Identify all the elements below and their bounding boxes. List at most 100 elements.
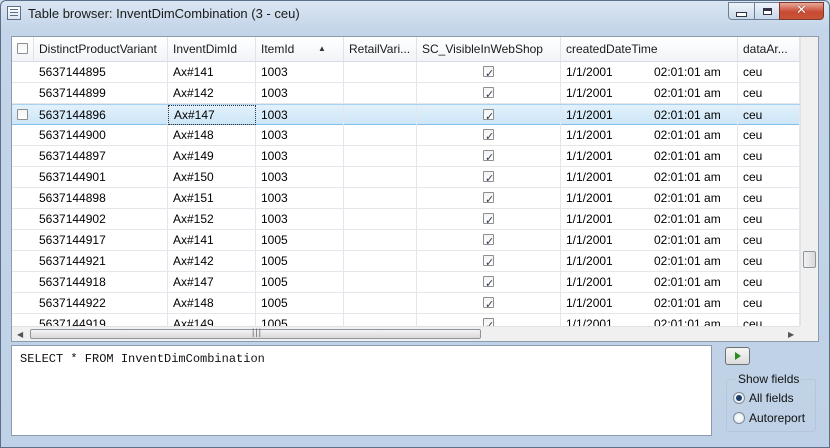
- visible-in-webshop-checkbox[interactable]: ✓: [483, 87, 494, 101]
- distinct-product-variant-cell[interactable]: 5637144921: [34, 251, 168, 271]
- retail-variant-cell[interactable]: [344, 293, 417, 313]
- autoreport-radio[interactable]: [733, 412, 745, 424]
- column-header-dataareaid[interactable]: dataAr...: [738, 37, 800, 61]
- row-selector-cell[interactable]: [12, 105, 34, 125]
- visible-in-webshop-cell[interactable]: ✓: [417, 188, 561, 208]
- item-id-cell[interactable]: 1003: [256, 167, 344, 187]
- retail-variant-cell[interactable]: [344, 314, 417, 326]
- created-datetime-cell[interactable]: 1/1/2001 02:01:01 am: [561, 125, 738, 145]
- sql-query-editor[interactable]: SELECT * FROM InventDimCombination: [11, 345, 712, 436]
- column-header-inventdimid[interactable]: InventDimId: [168, 37, 256, 61]
- invent-dim-id-cell[interactable]: Ax#142: [168, 83, 256, 103]
- item-id-cell[interactable]: 1005: [256, 272, 344, 292]
- row-selector-cell[interactable]: [12, 272, 34, 292]
- visible-in-webshop-checkbox[interactable]: ✓: [483, 234, 494, 248]
- row-selector-cell[interactable]: [12, 125, 34, 145]
- data-area-cell[interactable]: ceu: [738, 188, 800, 208]
- data-area-cell[interactable]: ceu: [738, 146, 800, 166]
- visible-in-webshop-cell[interactable]: ✓: [417, 209, 561, 229]
- retail-variant-cell[interactable]: [344, 230, 417, 250]
- maximize-button[interactable]: [754, 2, 780, 20]
- distinct-product-variant-cell[interactable]: 5637144898: [34, 188, 168, 208]
- row-selector-cell[interactable]: [12, 314, 34, 326]
- column-header-distinctproductvariant[interactable]: DistinctProductVariant: [34, 37, 168, 61]
- row-selector-cell[interactable]: [12, 230, 34, 250]
- scroll-left-arrow-icon[interactable]: ◀: [17, 327, 23, 341]
- visible-in-webshop-cell[interactable]: ✓: [417, 62, 561, 82]
- created-datetime-cell[interactable]: 1/1/2001 02:01:01 am: [561, 251, 738, 271]
- results-grid[interactable]: DistinctProductVariant InventDimId ItemI…: [11, 36, 819, 342]
- row-selector-cell[interactable]: [12, 188, 34, 208]
- column-header-sc-visibleinwebshop[interactable]: SC_VisibleInWebShop: [417, 37, 561, 61]
- created-datetime-cell[interactable]: 1/1/2001 02:01:01 am: [561, 83, 738, 103]
- table-row[interactable]: 5637144901 Ax#150 1003 ✓ 1/1/2001 02:01:01 am…: [12, 167, 800, 188]
- distinct-product-variant-cell[interactable]: 5637144896: [34, 105, 168, 125]
- distinct-product-variant-cell[interactable]: 5637144922: [34, 293, 168, 313]
- row-selector-cell[interactable]: [12, 146, 34, 166]
- table-row[interactable]: 5637144917 Ax#141 1005 ✓ 1/1/2001 02:01:01 am…: [12, 230, 800, 251]
- item-id-cell[interactable]: 1003: [256, 209, 344, 229]
- data-area-cell[interactable]: ceu: [738, 272, 800, 292]
- vertical-scrollbar[interactable]: [800, 37, 818, 326]
- data-area-cell[interactable]: ceu: [738, 167, 800, 187]
- invent-dim-id-cell[interactable]: Ax#142: [168, 251, 256, 271]
- title-bar[interactable]: Table browser: InventDimCombination (3 -…: [1, 1, 829, 27]
- visible-in-webshop-checkbox[interactable]: ✓: [483, 109, 494, 123]
- distinct-product-variant-cell[interactable]: 5637144901: [34, 167, 168, 187]
- row-selector-cell[interactable]: [12, 167, 34, 187]
- horizontal-scroll-thumb[interactable]: |||: [30, 327, 481, 339]
- visible-in-webshop-cell[interactable]: ✓: [417, 83, 561, 103]
- created-datetime-cell[interactable]: 1/1/2001 02:01:01 am: [561, 167, 738, 187]
- all-fields-label[interactable]: All fields: [749, 391, 794, 405]
- visible-in-webshop-cell[interactable]: ✓: [417, 167, 561, 187]
- visible-in-webshop-checkbox[interactable]: ✓: [483, 213, 494, 227]
- created-datetime-cell[interactable]: 1/1/2001 02:01:01 am: [561, 209, 738, 229]
- data-area-cell[interactable]: ceu: [738, 209, 800, 229]
- table-row[interactable]: 5637144902 Ax#152 1003 ✓ 1/1/2001 02:01:01 am…: [12, 209, 800, 230]
- invent-dim-id-cell[interactable]: Ax#150: [168, 167, 256, 187]
- table-row[interactable]: 5637144895 Ax#141 1003 ✓ 1/1/2001 02:01:01 am…: [12, 62, 800, 83]
- item-id-cell[interactable]: 1005: [256, 251, 344, 271]
- column-header-itemid[interactable]: ItemId ▲: [256, 37, 344, 61]
- created-datetime-cell[interactable]: 1/1/2001 02:01:01 am: [561, 105, 738, 125]
- visible-in-webshop-cell[interactable]: ✓: [417, 230, 561, 250]
- retail-variant-cell[interactable]: [344, 209, 417, 229]
- invent-dim-id-cell[interactable]: Ax#149: [168, 146, 256, 166]
- table-browser-app-icon[interactable]: [7, 6, 21, 20]
- table-row[interactable]: 5637144921 Ax#142 1005 ✓ 1/1/2001 02:01:01 am…: [12, 251, 800, 272]
- created-datetime-cell[interactable]: 1/1/2001 02:01:01 am: [561, 314, 738, 326]
- invent-dim-id-cell[interactable]: Ax#148: [168, 293, 256, 313]
- table-row[interactable]: 5637144898 Ax#151 1003 ✓ 1/1/2001 02:01:01 am…: [12, 188, 800, 209]
- visible-in-webshop-cell[interactable]: ✓: [417, 251, 561, 271]
- autoreport-label[interactable]: Autoreport: [749, 411, 805, 425]
- column-header-retailvariant[interactable]: RetailVari...: [344, 37, 417, 61]
- table-row-selected[interactable]: 5637144896 Ax#147 1003 ✓ 1/1/2001 02:01:01 am…: [12, 104, 800, 125]
- visible-in-webshop-cell[interactable]: ✓: [417, 314, 561, 326]
- distinct-product-variant-cell[interactable]: 5637144918: [34, 272, 168, 292]
- table-row[interactable]: 5637144919 Ax#149 1005 ✓ 1/1/2001 02:01:01 am…: [12, 314, 800, 326]
- visible-in-webshop-cell[interactable]: ✓: [417, 272, 561, 292]
- vertical-scroll-thumb[interactable]: [803, 251, 816, 268]
- table-row[interactable]: 5637144897 Ax#149 1003 ✓ 1/1/2001 02:01:01 am…: [12, 146, 800, 167]
- distinct-product-variant-cell[interactable]: 5637144917: [34, 230, 168, 250]
- retail-variant-cell[interactable]: [344, 272, 417, 292]
- visible-in-webshop-cell[interactable]: ✓: [417, 125, 561, 145]
- table-row[interactable]: 5637144900 Ax#148 1003 ✓ 1/1/2001 02:01:01 am…: [12, 125, 800, 146]
- row-selector-cell[interactable]: [12, 62, 34, 82]
- row-selector-cell[interactable]: [12, 293, 34, 313]
- item-id-cell[interactable]: 1003: [256, 105, 344, 125]
- visible-in-webshop-checkbox[interactable]: ✓: [483, 171, 494, 185]
- created-datetime-cell[interactable]: 1/1/2001 02:01:01 am: [561, 272, 738, 292]
- row-selector-cell[interactable]: [12, 251, 34, 271]
- item-id-cell[interactable]: 1003: [256, 62, 344, 82]
- visible-in-webshop-checkbox[interactable]: ✓: [483, 66, 494, 80]
- visible-in-webshop-checkbox[interactable]: ✓: [483, 150, 494, 164]
- data-area-cell[interactable]: ceu: [738, 125, 800, 145]
- distinct-product-variant-cell[interactable]: 5637144899: [34, 83, 168, 103]
- data-area-cell[interactable]: ceu: [738, 314, 800, 326]
- retail-variant-cell[interactable]: [344, 146, 417, 166]
- retail-variant-cell[interactable]: [344, 167, 417, 187]
- data-area-cell[interactable]: ceu: [738, 251, 800, 271]
- table-row[interactable]: 5637144922 Ax#148 1005 ✓ 1/1/2001 02:01:01 am…: [12, 293, 800, 314]
- select-all-header[interactable]: [12, 37, 34, 61]
